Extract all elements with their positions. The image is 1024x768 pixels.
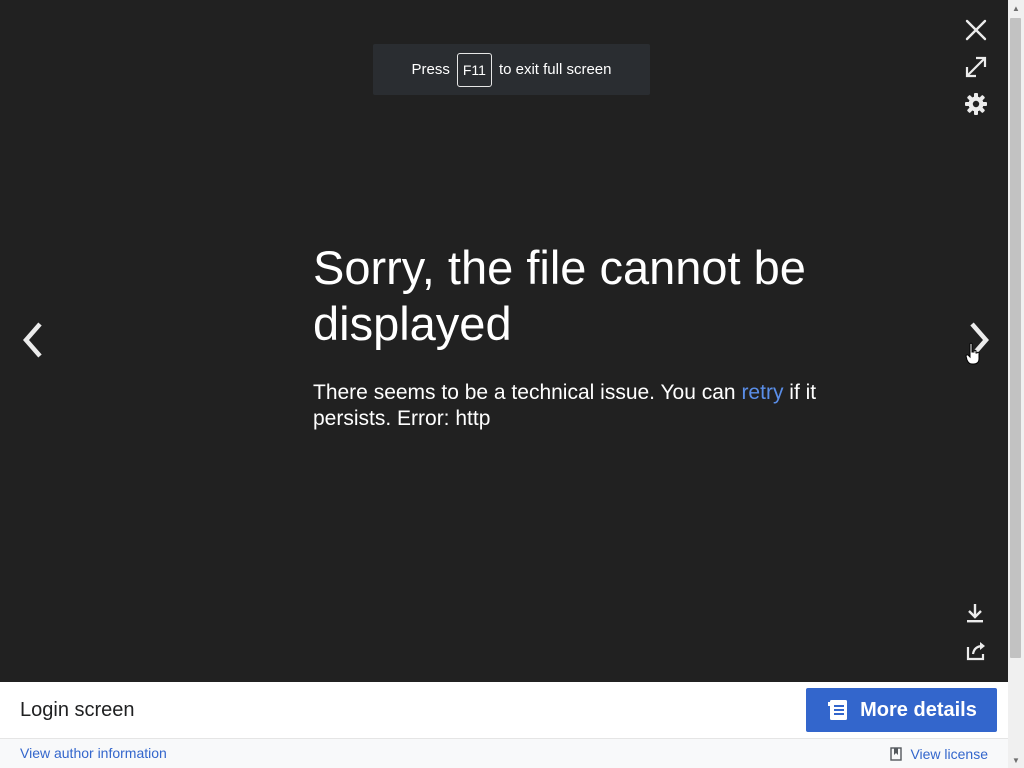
scroll-down-arrow-icon[interactable]: ▼ bbox=[1008, 752, 1024, 768]
gear-icon bbox=[965, 93, 987, 115]
close-button[interactable] bbox=[962, 16, 990, 44]
document-icon bbox=[828, 700, 848, 720]
media-viewer: Press F11 to exit full screen Sorry, the… bbox=[0, 0, 1008, 682]
license-label: View license bbox=[910, 746, 988, 762]
chevron-left-icon bbox=[23, 322, 42, 358]
fullscreen-hint-prefix: Press bbox=[411, 61, 450, 78]
metadata-panel: Login screen More details View author in… bbox=[0, 682, 1008, 768]
share-icon bbox=[966, 642, 985, 661]
previous-button[interactable] bbox=[12, 318, 52, 362]
share-button[interactable] bbox=[962, 638, 990, 664]
download-button[interactable] bbox=[962, 600, 988, 626]
error-message-start: There seems to be a technical issue. You… bbox=[313, 381, 742, 404]
metadata-footer: View author information View license bbox=[0, 739, 1008, 768]
file-title: Login screen bbox=[20, 699, 135, 721]
fullscreen-hint: Press F11 to exit full screen bbox=[373, 44, 650, 95]
close-icon bbox=[965, 19, 987, 41]
license-icon bbox=[890, 747, 903, 761]
settings-button[interactable] bbox=[962, 90, 990, 118]
hand-cursor-icon bbox=[965, 342, 981, 366]
more-details-label: More details bbox=[860, 698, 977, 721]
fullscreen-hint-suffix: to exit full screen bbox=[498, 61, 612, 78]
download-icon bbox=[967, 604, 983, 623]
scrollbar[interactable]: ▲ ▼ bbox=[1008, 0, 1024, 768]
f11-key: F11 bbox=[456, 52, 492, 87]
author-info-link[interactable]: View author information bbox=[20, 745, 167, 761]
fullscreen-icon bbox=[965, 56, 987, 78]
error-message: There seems to be a technical issue. You… bbox=[313, 380, 843, 432]
license-link[interactable]: View license bbox=[890, 746, 988, 762]
error-panel: Sorry, the file cannot be displayed Ther… bbox=[313, 240, 843, 432]
fullscreen-button[interactable] bbox=[962, 53, 990, 81]
scrollbar-thumb[interactable] bbox=[1010, 18, 1021, 658]
more-details-button[interactable]: More details bbox=[806, 688, 997, 732]
retry-link[interactable]: retry bbox=[741, 381, 783, 404]
scroll-up-arrow-icon[interactable]: ▲ bbox=[1008, 0, 1024, 16]
error-title: Sorry, the file cannot be displayed bbox=[313, 241, 806, 350]
